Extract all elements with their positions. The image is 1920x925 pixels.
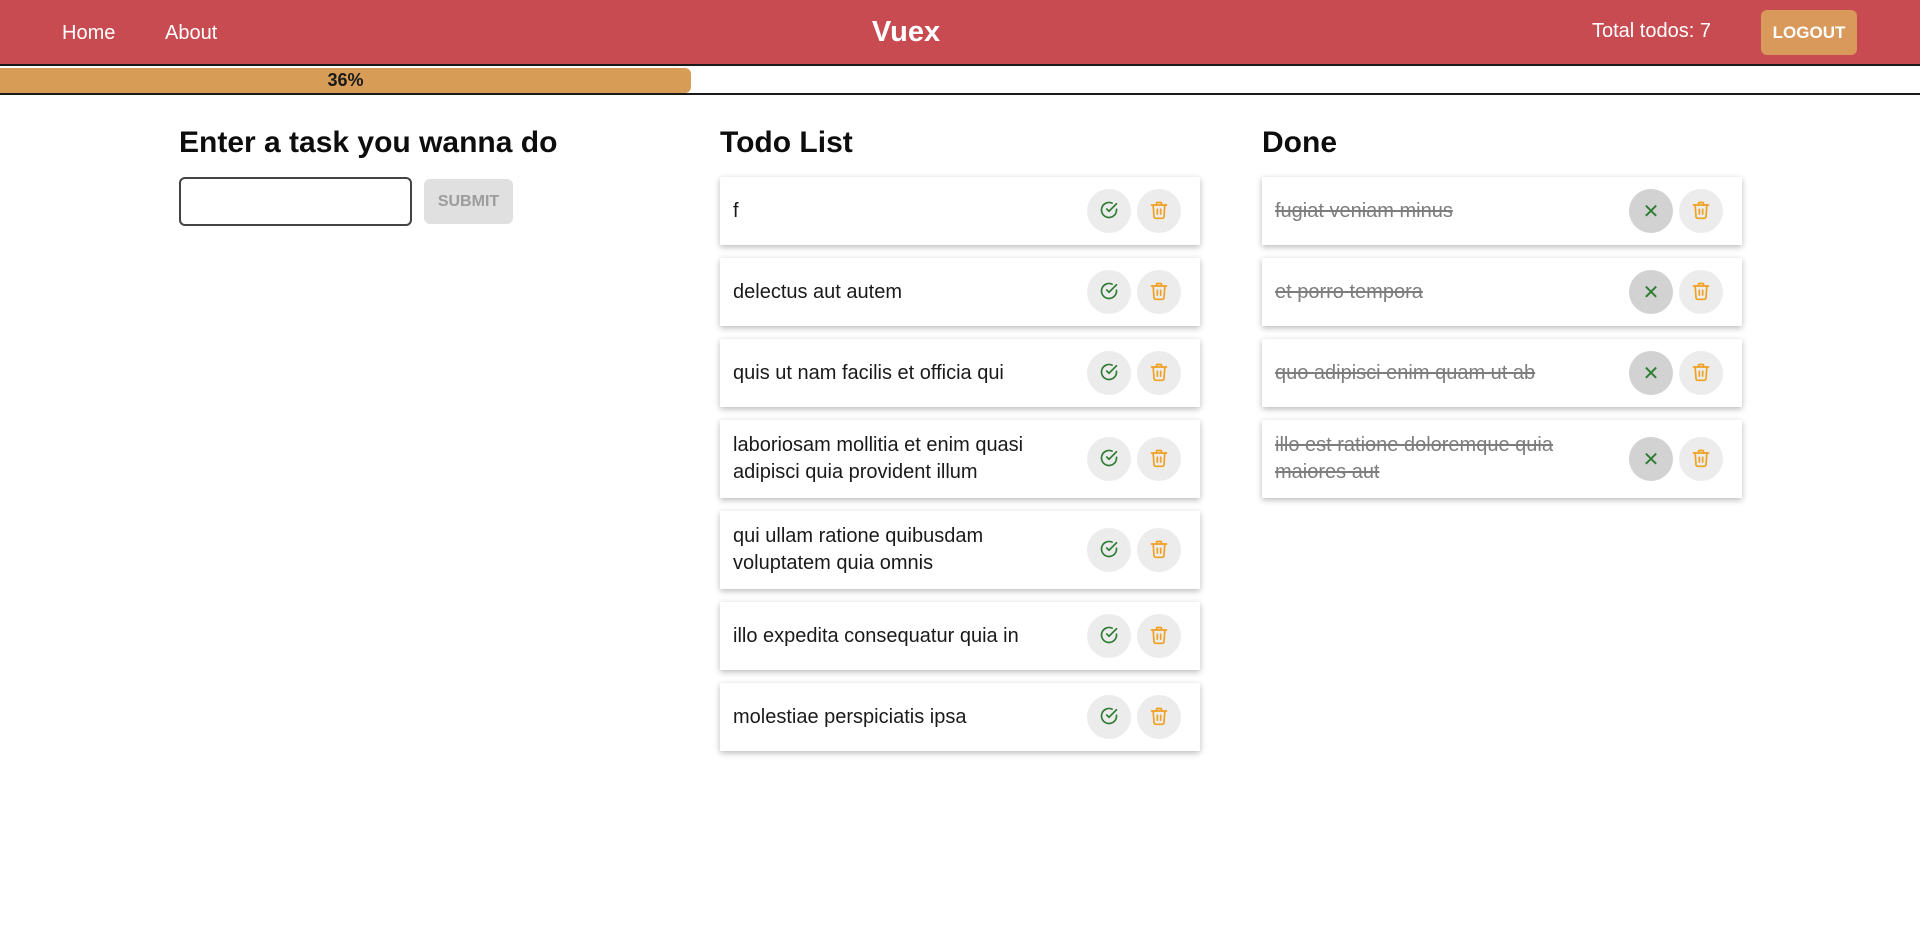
progress-bar: 36% — [0, 66, 1920, 95]
delete-button[interactable] — [1137, 189, 1181, 233]
done-item: illo est ratione doloremque quia maiores… — [1262, 420, 1742, 498]
todo-item: f — [720, 177, 1200, 245]
delete-button[interactable] — [1679, 270, 1723, 314]
app-brand: Vuex — [871, 16, 941, 48]
todo-item-text: qui ullam ratione quibusdam voluptatem q… — [733, 525, 984, 574]
done-item: et porro tempora ✕ — [1262, 258, 1742, 326]
navbar: Home About Vuex Total todos: 7 LOGOUT — [0, 0, 1920, 66]
complete-button[interactable] — [1087, 695, 1131, 739]
done-item: fugiat veniam minus ✕ — [1262, 177, 1742, 245]
check-circle-icon — [1099, 200, 1119, 223]
todo-list-heading: Todo List — [720, 126, 853, 159]
delete-button[interactable] — [1137, 351, 1181, 395]
check-circle-icon — [1099, 539, 1119, 562]
check-circle-icon — [1099, 362, 1119, 385]
trash-icon — [1149, 362, 1169, 385]
todo-item-text: illo expedita consequatur quia in — [733, 624, 1019, 647]
close-icon: ✕ — [1642, 199, 1660, 223]
complete-button[interactable] — [1087, 351, 1131, 395]
todo-item-text: laboriosam mollitia et enim quasi adipis… — [733, 434, 1024, 483]
complete-button[interactable] — [1087, 270, 1131, 314]
task-input[interactable] — [179, 177, 412, 226]
todo-item: laboriosam mollitia et enim quasi adipis… — [720, 420, 1200, 498]
todo-item-text: f — [733, 199, 739, 222]
done-item: quo adipisci enim quam ut ab ✕ — [1262, 339, 1742, 407]
check-circle-icon — [1099, 448, 1119, 471]
check-circle-icon — [1099, 706, 1119, 729]
delete-button[interactable] — [1679, 189, 1723, 233]
trash-icon — [1691, 362, 1711, 385]
todo-item: quis ut nam facilis et officia qui — [720, 339, 1200, 407]
done-item-text: quo adipisci enim quam ut ab — [1275, 361, 1536, 384]
trash-icon — [1149, 448, 1169, 471]
complete-button[interactable] — [1087, 528, 1131, 572]
task-entry-heading: Enter a task you wanna do — [179, 126, 558, 159]
check-circle-icon — [1099, 625, 1119, 648]
close-icon: ✕ — [1642, 361, 1660, 385]
todo-item-text: delectus aut autem — [733, 280, 902, 303]
done-list: fugiat veniam minus ✕ et porro tempora ✕… — [1262, 177, 1742, 511]
trash-icon — [1149, 281, 1169, 304]
complete-button[interactable] — [1087, 614, 1131, 658]
undo-button[interactable]: ✕ — [1629, 351, 1673, 395]
done-item-text: illo est ratione doloremque quia maiores… — [1275, 434, 1553, 483]
done-item-text: fugiat veniam minus — [1275, 199, 1453, 222]
trash-icon — [1149, 706, 1169, 729]
complete-button[interactable] — [1087, 189, 1131, 233]
trash-icon — [1149, 539, 1169, 562]
done-item-text: et porro tempora — [1275, 280, 1423, 303]
todo-list: f delectus aut autem quis ut nam facilis… — [720, 177, 1200, 764]
todo-item-text: molestiae perspiciatis ipsa — [733, 705, 967, 728]
logout-button[interactable]: LOGOUT — [1761, 10, 1857, 55]
check-circle-icon — [1099, 281, 1119, 304]
todo-item-text: quis ut nam facilis et officia qui — [733, 361, 1004, 384]
complete-button[interactable] — [1087, 437, 1131, 481]
undo-button[interactable]: ✕ — [1629, 270, 1673, 314]
trash-icon — [1149, 200, 1169, 223]
delete-button[interactable] — [1679, 437, 1723, 481]
trash-icon — [1691, 281, 1711, 304]
delete-button[interactable] — [1137, 528, 1181, 572]
delete-button[interactable] — [1137, 614, 1181, 658]
total-todos-count: Total todos: 7 — [1592, 20, 1711, 42]
close-icon: ✕ — [1642, 447, 1660, 471]
todo-item: molestiae perspiciatis ipsa — [720, 683, 1200, 751]
trash-icon — [1149, 625, 1169, 648]
progress-fill: 36% — [0, 68, 691, 93]
delete-button[interactable] — [1679, 351, 1723, 395]
submit-button[interactable]: SUBMIT — [424, 179, 513, 224]
delete-button[interactable] — [1137, 695, 1181, 739]
delete-button[interactable] — [1137, 437, 1181, 481]
undo-button[interactable]: ✕ — [1629, 437, 1673, 481]
todo-item: delectus aut autem — [720, 258, 1200, 326]
todo-item: illo expedita consequatur quia in — [720, 602, 1200, 670]
trash-icon — [1691, 448, 1711, 471]
delete-button[interactable] — [1137, 270, 1181, 314]
undo-button[interactable]: ✕ — [1629, 189, 1673, 233]
todo-item: qui ullam ratione quibusdam voluptatem q… — [720, 511, 1200, 589]
trash-icon — [1691, 200, 1711, 223]
close-icon: ✕ — [1642, 280, 1660, 304]
done-list-heading: Done — [1262, 126, 1337, 159]
